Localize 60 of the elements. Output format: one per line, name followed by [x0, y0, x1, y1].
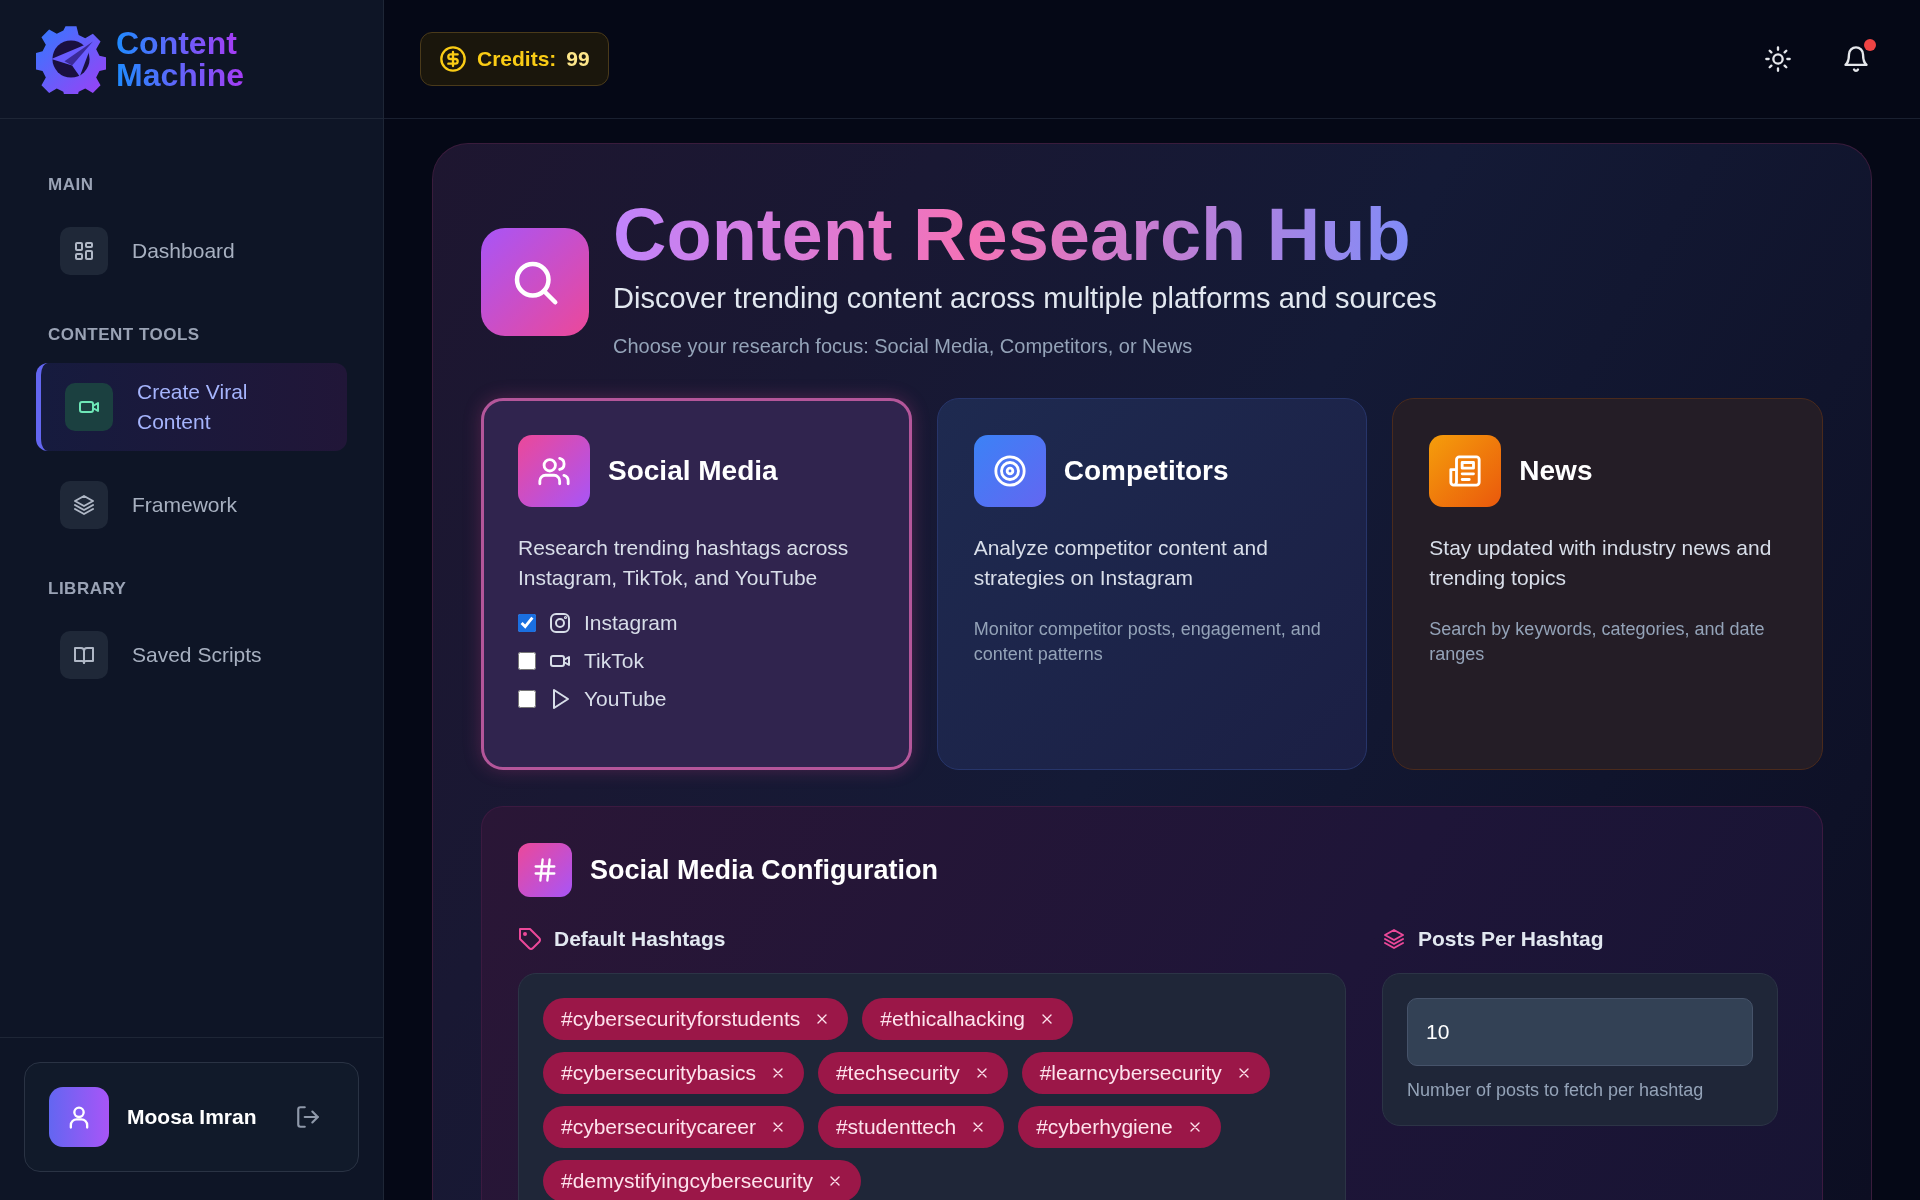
user-name: Moosa Imran [127, 1105, 257, 1129]
dashboard-icon [72, 239, 96, 263]
help-text: Number of posts to fetch per hashtag [1407, 1080, 1705, 1101]
hashtag-chip[interactable]: #ethicalhacking [862, 998, 1074, 1040]
section-heading: MAIN [48, 175, 95, 195]
platform-label: Instagram [584, 611, 678, 635]
section-heading: CONTENT TOOLS [48, 325, 201, 345]
posts-input[interactable]: 10 [1407, 998, 1753, 1066]
hashtag-chip[interactable]: #studenttech [817, 1106, 1005, 1148]
card-note: Search by keywords, categories, and date ranges [1429, 618, 1766, 666]
credits-value: 99 [566, 47, 590, 71]
hashtag-icon [518, 843, 572, 897]
card-description: Stay updated with industry news and trending topics [1429, 535, 1773, 591]
newspaper-icon [1448, 454, 1483, 488]
research-card[interactable]: Competitors Analyze competitor content and strategies on Instagram Monitor competitor posts, engagement, and content patterns [936, 398, 1368, 770]
sidebar-item[interactable]: Dashboard [36, 213, 347, 289]
credits-label: Credits: [477, 47, 557, 71]
layers-icon [72, 493, 96, 517]
card-note: Monitor competitor posts, engagement, and content patterns [973, 618, 1322, 666]
card-title: Social Media [608, 455, 778, 487]
logout-icon[interactable] [294, 1104, 321, 1130]
tag-icon [518, 927, 542, 951]
platform-checkbox[interactable] [518, 690, 536, 708]
search-icon [481, 228, 589, 336]
hashtag-chip[interactable]: #techsecurity [817, 1052, 1008, 1094]
platform-label: TikTok [584, 649, 644, 673]
research-card[interactable]: Social Media Research trending hashtags across Instagram, TikTok, and YouTube Instagram TikTok YouTube [481, 398, 912, 770]
hashtag-chip[interactable]: #demystifyingcybersecurity [543, 1160, 862, 1200]
avatar-icon [49, 1087, 109, 1147]
card-description: Analyze competitor content and strategies on Instagram [973, 535, 1269, 591]
platform-checkbox[interactable] [518, 652, 536, 670]
section-heading: LIBRARY [48, 579, 128, 599]
users-icon [537, 454, 571, 488]
card-title: Competitors [1063, 455, 1229, 487]
target-icon [992, 454, 1027, 488]
section-title: Social Media Configuration [590, 854, 939, 886]
logo-gear-icon [36, 24, 106, 94]
card-description: Research trending hashtags across Instagram, TikTok, and YouTube [518, 535, 850, 591]
sidebar-item[interactable]: Saved Scripts [36, 617, 347, 693]
sidebar-item[interactable]: Create Viral Content [36, 363, 347, 451]
layers-icon [1382, 927, 1406, 951]
hashtag-field[interactable]: #cybersecurityforstudents #ethicalhacking #cybersecuritybasics #techsecurity #learncybersecurity #cybersecuritycareer #studenttech #cyberhygiene #demystifyingcybersecurity [518, 973, 1346, 1200]
field-label: Posts Per Hashtag [1418, 927, 1604, 951]
research-card[interactable]: News Stay updated with industry news and trending topics Search by keywords, categories, and date ranges [1392, 398, 1823, 770]
sidebar-item[interactable]: Framework [36, 467, 347, 543]
hashtag-chip[interactable]: #cybersecurityforstudents [543, 998, 849, 1040]
theme-sun-icon[interactable] [1764, 45, 1792, 73]
platform-label: YouTube [584, 687, 667, 711]
hashtag-chip[interactable]: #cyberhygiene [1018, 1106, 1221, 1148]
coin-icon [439, 45, 467, 73]
field-label: Default Hashtags [554, 927, 726, 951]
card-title: News [1519, 455, 1593, 487]
platform-checkbox[interactable] [518, 614, 536, 632]
hashtag-chip[interactable]: #learncybersecurity [1021, 1052, 1270, 1094]
notification-bell-icon[interactable] [1842, 45, 1870, 73]
camera-icon [548, 611, 572, 635]
page-subtitle: Discover trending content across multiple platforms and sources [613, 282, 1437, 315]
hashtag-chip[interactable]: #cybersecuritycareer [543, 1106, 804, 1148]
page-hint: Choose your research focus: Social Media, Competitors, or News [613, 335, 1194, 358]
hashtag-chip[interactable]: #cybersecuritybasics [543, 1052, 804, 1094]
